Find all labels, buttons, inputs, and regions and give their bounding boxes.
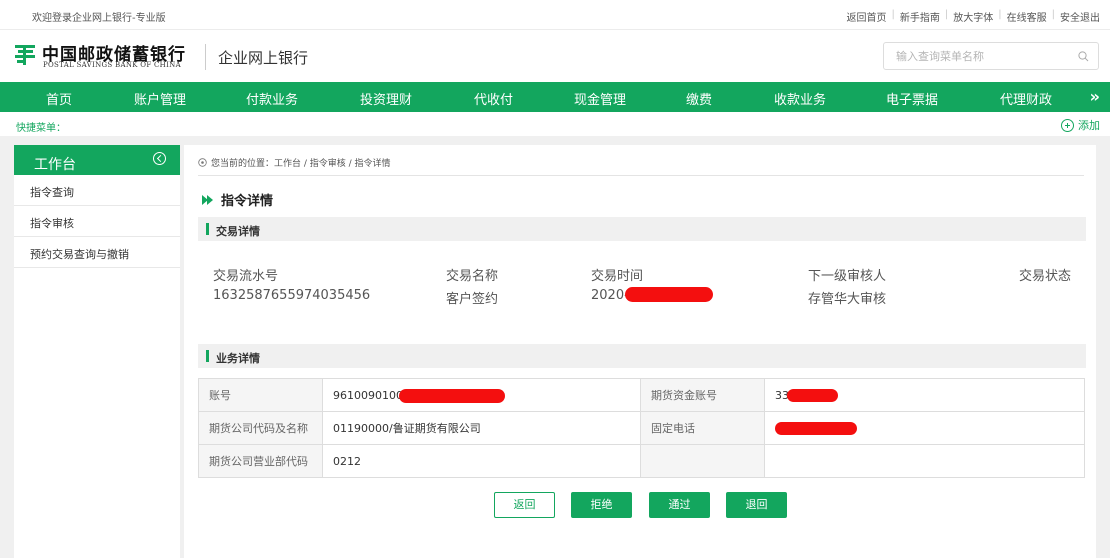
- cell-label-futures-account: 期货资金账号: [640, 378, 765, 412]
- cell-value-branch-code: 0212: [322, 444, 641, 478]
- cell-value-phone: [764, 411, 1085, 445]
- separator: |: [1051, 9, 1055, 20]
- link-guide[interactable]: 新手指南: [900, 9, 940, 24]
- add-circle-icon: [1061, 118, 1074, 132]
- welcome-text: 欢迎登录企业网上银行-专业版: [32, 13, 166, 24]
- sidebar: 工作台 指令查询 指令审核 预约交易查询与撤销: [14, 145, 180, 558]
- logo-english-name: POSTAL SAVINGS BANK OF CHINA: [43, 61, 181, 69]
- breadcrumb: 您当前的位置：工作台 / 指令审核 / 指令详情: [198, 156, 391, 169]
- quick-menu-bar: 快捷菜单： 添加: [0, 112, 1110, 136]
- redaction-mark: [787, 389, 838, 402]
- play-arrow-icon: [202, 194, 213, 205]
- table-row: 账号 96100901000 期货资金账号 33: [198, 378, 1085, 412]
- nav-collection-payment[interactable]: 代收付: [474, 89, 513, 108]
- sidebar-item-scheduled-transactions[interactable]: 预约交易查询与撤销: [14, 237, 180, 268]
- page-title: 指令详情: [202, 190, 273, 209]
- label-transaction-status: 交易状态: [1019, 269, 1072, 284]
- search-icon[interactable]: [1078, 51, 1089, 62]
- cell-label-futures-company: 期货公司代码及名称: [198, 411, 323, 445]
- label-next-reviewer: 下一级审核人: [808, 269, 887, 284]
- link-online-service[interactable]: 在线客服: [1007, 9, 1047, 24]
- nav-account-management[interactable]: 账户管理: [134, 89, 186, 108]
- location-pin-icon: [198, 158, 207, 167]
- transaction-section-header: 交易详情: [198, 217, 1086, 241]
- quick-menu-label: 快捷菜单：: [16, 123, 66, 134]
- separator: |: [891, 9, 895, 20]
- transaction-section-title: 交易详情: [216, 225, 260, 238]
- approve-button[interactable]: 通过: [649, 492, 710, 518]
- main-nav: 首页 账户管理 付款业务 投资理财 代收付 现金管理 缴费 收款业务 电子票据 …: [0, 82, 1110, 112]
- table-row: 期货公司营业部代码 0212: [198, 444, 1085, 478]
- nav-payment[interactable]: 付款业务: [246, 89, 298, 108]
- nav-agency-finance[interactable]: 代理财政: [1000, 89, 1052, 108]
- site-subtitle: 企业网上银行: [218, 49, 309, 67]
- redaction-mark: [399, 389, 505, 403]
- redaction-mark: [775, 422, 857, 435]
- value-transaction-time: 2020-: [591, 288, 629, 303]
- header-divider: [205, 44, 206, 70]
- nav-cash-management[interactable]: 现金管理: [574, 89, 626, 108]
- bank-logo[interactable]: 中国邮政储蓄银行 POSTAL SAVINGS BANK OF CHINA: [14, 40, 199, 72]
- postal-logo-icon: [15, 45, 35, 65]
- separator: |: [998, 9, 1002, 20]
- section-accent-bar: [206, 223, 209, 235]
- cell-value-futures-company: 01190000/鲁证期货有限公司: [322, 411, 641, 445]
- nav-home[interactable]: 首页: [46, 89, 72, 108]
- cell-empty: [764, 444, 1085, 478]
- reject-button[interactable]: 拒绝: [571, 492, 632, 518]
- return-button[interactable]: 退回: [726, 492, 787, 518]
- cell-value-account: 96100901000: [322, 378, 641, 412]
- main-content: 您当前的位置：工作台 / 指令审核 / 指令详情 指令详情 交易详情 交易流水号…: [184, 145, 1096, 558]
- cell-value-futures-account: 33: [764, 378, 1085, 412]
- cell-label-phone: 固定电话: [640, 411, 765, 445]
- value-serial-number: 1632587655974035456: [213, 288, 371, 303]
- label-transaction-name: 交易名称: [446, 269, 499, 284]
- redaction-mark: [625, 287, 713, 302]
- quick-menu-add-button[interactable]: 添加: [1061, 117, 1100, 133]
- page-title-text: 指令详情: [221, 194, 274, 209]
- label-serial-number: 交易流水号: [213, 269, 279, 284]
- table-row: 期货公司代码及名称 01190000/鲁证期货有限公司 固定电话: [198, 411, 1085, 445]
- nav-electronic-bills[interactable]: 电子票据: [886, 89, 938, 108]
- menu-search-input[interactable]: [884, 43, 1064, 69]
- breadcrumb-text: 您当前的位置：工作台 / 指令审核 / 指令详情: [211, 159, 391, 169]
- business-detail-table: 账号 96100901000 期货资金账号 33 期货公司代码及名称 01190…: [198, 378, 1085, 478]
- nav-receivables[interactable]: 收款业务: [774, 89, 826, 108]
- collapse-sidebar-icon[interactable]: [153, 152, 166, 165]
- value-transaction-name: 客户签约: [446, 292, 499, 307]
- link-home[interactable]: 返回首页: [847, 9, 887, 24]
- link-enlarge-font[interactable]: 放大字体: [953, 9, 993, 24]
- sidebar-item-instruction-review[interactable]: 指令审核: [14, 206, 180, 237]
- top-utility-bar: 欢迎登录企业网上银行-专业版 返回首页 | 新手指南 | 放大字体 | 在线客服 | 安…: [0, 0, 1110, 30]
- add-label: 添加: [1078, 119, 1100, 132]
- nav-investment[interactable]: 投资理财: [360, 89, 412, 108]
- sidebar-title: 工作台: [34, 157, 76, 173]
- separator: |: [944, 9, 949, 20]
- cell-empty: [640, 444, 765, 478]
- breadcrumb-divider: [198, 175, 1084, 176]
- sidebar-item-instruction-query[interactable]: 指令查询: [14, 175, 180, 206]
- label-transaction-time: 交易时间: [591, 269, 644, 284]
- sidebar-header: 工作台: [14, 145, 180, 175]
- business-section-header: 业务详情: [198, 344, 1086, 368]
- menu-search-box: [883, 42, 1099, 70]
- utility-links: 返回首页 | 新手指南 | 放大字体 | 在线客服 | 安全退出: [847, 9, 1101, 24]
- link-logout[interactable]: 安全退出: [1060, 9, 1100, 24]
- cell-label-branch-code: 期货公司营业部代码: [198, 444, 323, 478]
- nav-bill-payment[interactable]: 缴费: [686, 89, 712, 108]
- value-next-reviewer: 存管华大审核: [808, 292, 887, 307]
- nav-more-chevron-icon[interactable]: »: [1090, 87, 1100, 106]
- back-button[interactable]: 返回: [494, 492, 555, 518]
- header: 中国邮政储蓄银行 POSTAL SAVINGS BANK OF CHINA 企业…: [0, 30, 1110, 82]
- section-accent-bar: [206, 350, 209, 362]
- cell-label-account: 账号: [198, 378, 323, 412]
- business-section-title: 业务详情: [216, 352, 260, 365]
